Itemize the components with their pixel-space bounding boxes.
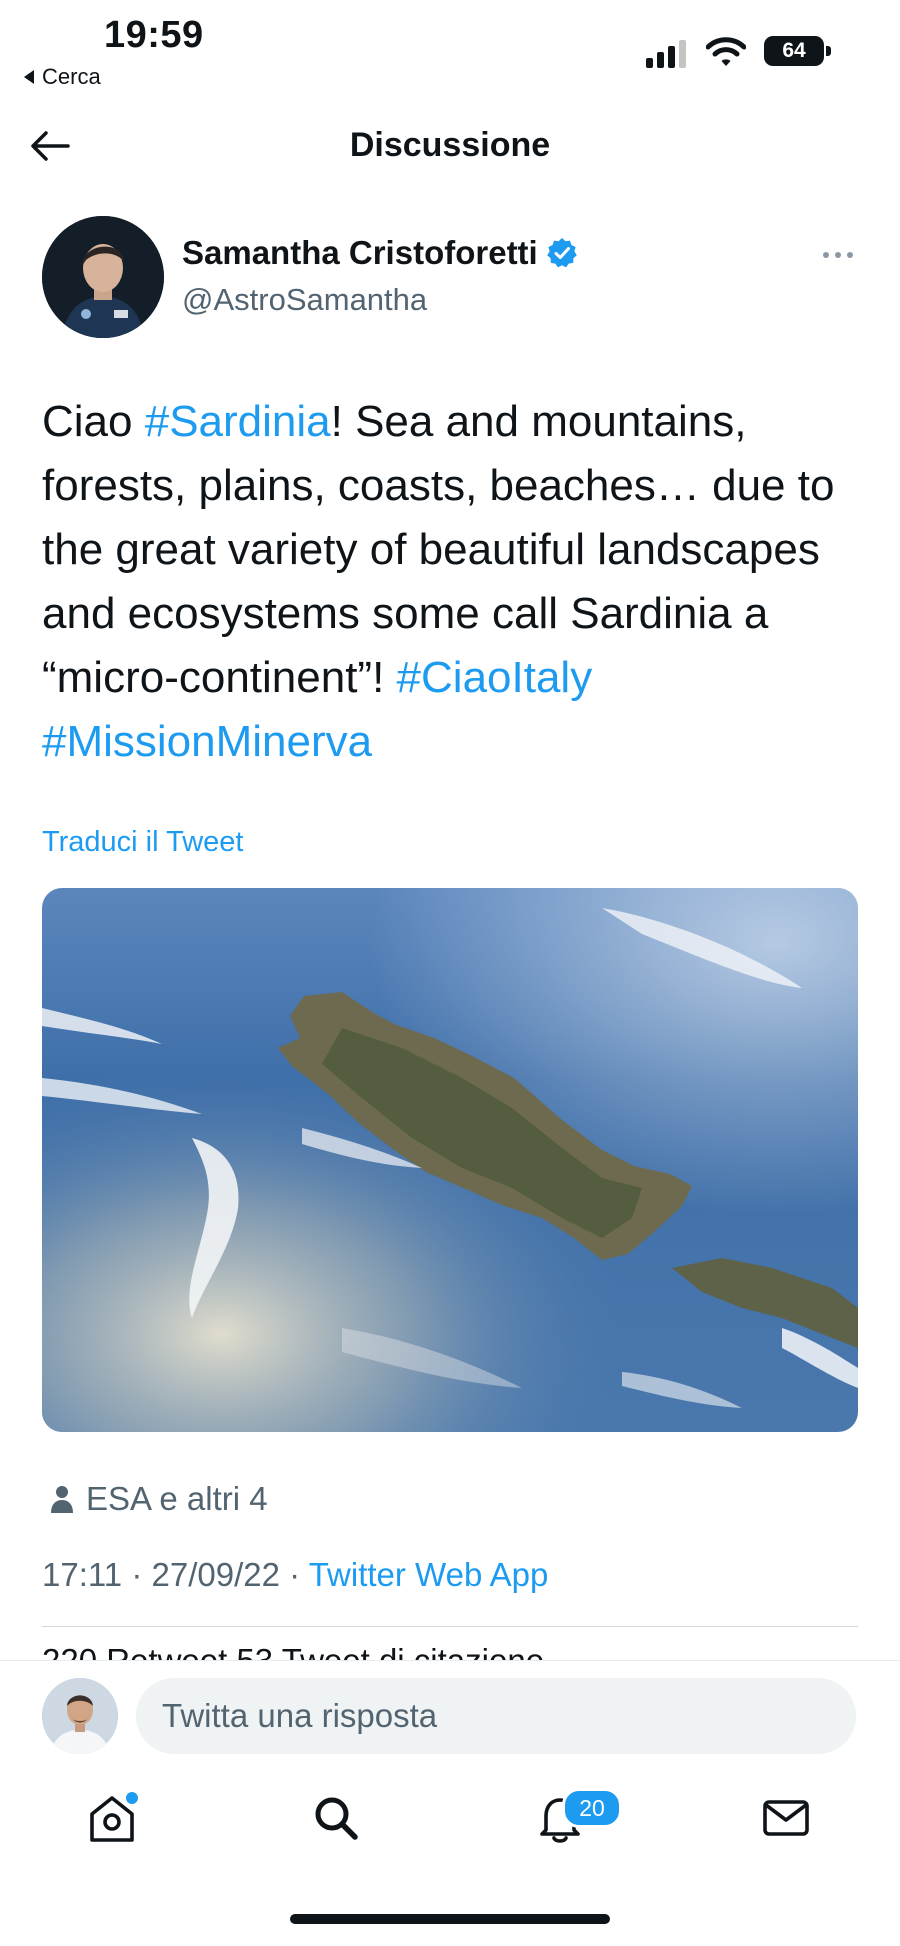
- wifi-icon: [706, 37, 746, 66]
- mail-icon[interactable]: [758, 1790, 814, 1846]
- battery-level: 64: [764, 36, 824, 66]
- current-user-avatar[interactable]: [42, 1678, 118, 1754]
- divider: [42, 1626, 858, 1627]
- battery-indicator: 64: [764, 36, 832, 66]
- tweet-metadata: 17:11 · 27/09/22 · Twitter Web App: [42, 1556, 548, 1594]
- author-avatar[interactable]: [42, 216, 164, 338]
- current-user-avatar-image: [42, 1678, 118, 1754]
- tweet-time: 17:11: [42, 1556, 123, 1593]
- tweet-text: Ciao #Sardinia! Sea and mountains, fores…: [42, 390, 872, 774]
- status-time: 19:59: [104, 14, 204, 56]
- back-to-app-link[interactable]: Cerca: [24, 64, 101, 90]
- battery-nub: [826, 46, 831, 56]
- reply-input[interactable]: Twitta una risposta: [136, 1678, 856, 1754]
- verified-badge-icon: [546, 238, 577, 268]
- home-indicator[interactable]: [290, 1914, 610, 1924]
- hashtag-sardinia-link[interactable]: #Sardinia: [145, 397, 331, 446]
- tagged-people[interactable]: ESA e altri 4: [50, 1480, 268, 1518]
- back-triangle-icon: [24, 70, 34, 84]
- search-icon[interactable]: [308, 1790, 364, 1846]
- page-title: Discussione: [349, 126, 551, 164]
- tweet-text-segment: Ciao: [42, 397, 145, 446]
- sardinia-from-space-photo: [42, 888, 858, 1432]
- author-name[interactable]: Samantha Cristoforetti: [182, 234, 578, 272]
- translate-tweet-link[interactable]: Traduci il Tweet: [42, 826, 243, 859]
- tweet-date: 27/09/22: [151, 1556, 280, 1593]
- author-avatar-image: [42, 216, 164, 338]
- tweet-media-image[interactable]: [42, 888, 858, 1432]
- notifications-badge: 20: [562, 1788, 622, 1828]
- hashtag-missionminerva-link[interactable]: #MissionMinerva: [42, 717, 372, 766]
- hashtag-ciaoitaly-link[interactable]: #CiaoItaly: [397, 653, 593, 702]
- meta-separator: ·: [131, 1556, 143, 1593]
- author-name-text: Samantha Cristoforetti: [182, 234, 538, 271]
- tweet-source-link[interactable]: Twitter Web App: [309, 1556, 549, 1593]
- meta-separator: ·: [289, 1556, 301, 1593]
- tagged-people-label: ESA e altri 4: [86, 1480, 268, 1517]
- person-icon: [51, 1486, 73, 1513]
- home-notification-dot: [124, 1790, 140, 1806]
- author-handle[interactable]: @AstroSamantha: [182, 282, 427, 318]
- back-to-app-label: Cerca: [42, 64, 101, 89]
- cellular-signal-icon: [646, 40, 686, 68]
- more-options-icon[interactable]: [820, 248, 856, 262]
